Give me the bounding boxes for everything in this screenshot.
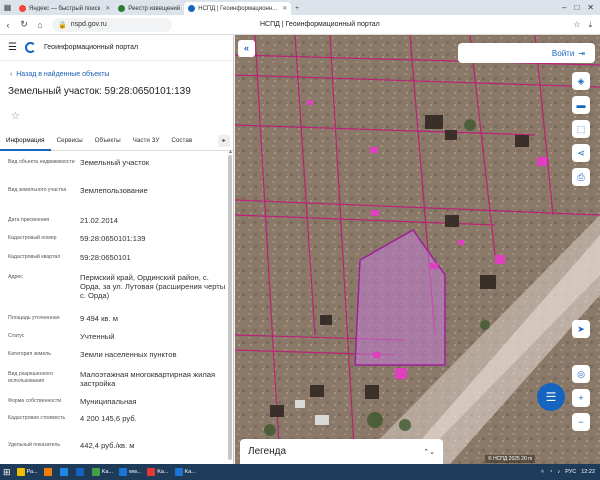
taskbar-item[interactable]: Ka... [172, 464, 199, 480]
list-item: Кадастровый квартал 59:28:0650101 [8, 253, 131, 262]
clock[interactable]: 12:22 [581, 469, 595, 475]
object-title: Земельный участок: 59:28:0650101:139 [8, 86, 191, 97]
list-item: Вид объекта недвижимости Земельный участо… [8, 158, 150, 167]
compass-icon[interactable]: ◎ [572, 365, 590, 383]
reload-icon[interactable]: ↻ [16, 19, 32, 30]
taskbar-item[interactable] [57, 464, 73, 480]
chevron-up-icon[interactable]: ˄ [541, 469, 544, 475]
tab-yandex[interactable]: Яндекс — быстрый поиск ✕ [15, 2, 114, 15]
favorite-star-icon[interactable]: ☆ [11, 111, 25, 125]
maximize-icon[interactable]: □ [574, 3, 579, 12]
tab-registry[interactable]: Реестр извещений [114, 2, 184, 15]
start-icon[interactable]: ⊞ [0, 464, 14, 480]
list-item: Дата присвоения 21.02.2014 [8, 216, 119, 225]
browser-toolbar-right: ☆ ⤓ [573, 20, 600, 30]
ruler-icon[interactable]: ▬ [572, 96, 590, 114]
browser-tab-bar: ▦ Яндекс — быстрый поиск ✕ Реестр извеще… [0, 0, 600, 15]
list-item: Адрес Пермский край, Ординский район, с. … [8, 273, 226, 300]
app-name: Геоинформационный портал [43, 44, 139, 51]
taskbar-item[interactable]: Ka... [144, 464, 171, 480]
login-icon: ⇥ [578, 48, 585, 58]
tab-objects[interactable]: Объекты [89, 131, 127, 151]
locate-icon[interactable]: ➤ [572, 320, 590, 338]
close-tab-icon[interactable]: ✕ [105, 5, 110, 12]
legend-toggle-icon[interactable]: ⌃⌄ [423, 448, 435, 456]
object-tabs: Информация Сервисы Объекты Части ЗУ Сост… [0, 131, 233, 151]
list-item: Статус Учтенный [8, 332, 115, 341]
taskbar-item[interactable] [41, 464, 57, 480]
bookmark-icon[interactable]: ☆ [573, 20, 580, 30]
tab-label: Реестр извещений [128, 5, 181, 12]
new-tab-button[interactable]: + [291, 2, 303, 15]
taskbar-item[interactable]: Ka... [89, 464, 116, 480]
print-icon[interactable]: ⎙ [572, 168, 590, 186]
zoom-in-icon[interactable]: + [572, 389, 590, 407]
url-field[interactable]: 🔒 nspd.gov.ru [52, 17, 172, 32]
panel-scrollbar[interactable] [228, 155, 232, 460]
network-icon[interactable]: ◔ [549, 469, 552, 475]
registry-favicon-icon [118, 5, 126, 12]
language-indicator[interactable]: РУС [565, 469, 576, 475]
chat-button[interactable]: ☰ [537, 383, 565, 411]
system-tray: ˄ ◔ ♪ РУС 12:22 [541, 469, 600, 475]
attributes-list: Вид объекта недвижимости Земельный участо… [0, 158, 226, 455]
list-item: Вид разрешенного использования Малоэтажна… [8, 370, 216, 388]
tab-services[interactable]: Сервисы [51, 131, 89, 151]
tab-label: НСПД | Геоинформационн... [198, 5, 278, 12]
address-bar: ‹ ↻ ⌂ 🔒 nspd.gov.ru НСПД | Геоинформацио… [0, 15, 600, 35]
back-arrow-icon[interactable]: ‹ [0, 20, 16, 30]
tab-parcel-parts[interactable]: Части ЗУ [127, 131, 166, 151]
list-item: Удельный показатель 442,4 руб./кв. м [8, 441, 135, 450]
tab-label: Яндекс — быстрый поиск [29, 5, 101, 12]
map-view[interactable]: « Войти ⇥ ◈ ▬ ⬚ ⋖ ⎙ ➤ ◎ + − ☰ Легенда ⌃⌄… [235, 35, 600, 464]
yandex-favicon-icon [19, 5, 26, 12]
minimize-icon[interactable]: – [562, 3, 566, 12]
scale-bar: © НСПД 2025 20 m [485, 455, 536, 463]
download-icon[interactable]: ⤓ [588, 20, 592, 30]
portal-logo-icon [24, 42, 36, 53]
login-button[interactable]: Войти ⇥ [458, 43, 595, 63]
zoom-out-icon[interactable]: − [572, 413, 590, 431]
close-tab-icon[interactable]: ✕ [282, 5, 287, 12]
os-taskbar: ⊞ Ра... Ka... ww... Ka... Ka... ˄ ◔ ♪ РУ… [0, 464, 600, 480]
tab-composition[interactable]: Состав [165, 131, 198, 151]
panel-header: ☰ Геоинформационный портал [0, 35, 233, 61]
list-item: Кадастровая стоимость 4 200 145,6 руб. [8, 414, 137, 423]
home-icon[interactable]: ⌂ [32, 20, 48, 30]
list-item: Площадь уточненная 9 494 кв. м [8, 314, 118, 323]
volume-icon[interactable]: ♪ [557, 469, 560, 475]
close-window-icon[interactable]: ✕ [587, 3, 594, 12]
map-toolbar: ◈ ▬ ⬚ ⋖ ⎙ [572, 72, 594, 192]
login-label: Войти [551, 48, 575, 58]
menu-icon[interactable]: ☰ [8, 42, 17, 53]
url-text: nspd.gov.ru [70, 21, 107, 28]
layers-icon[interactable]: ◈ [572, 72, 590, 90]
browser-menu-icon[interactable]: ▦ [0, 0, 15, 15]
taskbar-item[interactable]: Ра... [14, 464, 41, 480]
collapse-panel-button[interactable]: « [238, 40, 255, 57]
list-item: Кадастровый номер 59:28:0650101:139 [8, 234, 146, 243]
back-to-results-link[interactable]: ‹ Назад в найденные объекты [10, 71, 233, 78]
taskbar-item[interactable] [73, 464, 89, 480]
page-title: НСПД | Геоинформационный портал [260, 21, 380, 28]
list-item: Вид земельного участка Землепользование [8, 186, 148, 195]
info-panel: ☰ Геоинформационный портал ‹ Назад в най… [0, 35, 234, 464]
tab-information[interactable]: Информация [0, 131, 51, 151]
share-icon[interactable]: ⋖ [572, 144, 590, 162]
map-nav-tools: ➤ ◎ + − [572, 320, 594, 437]
legend-panel[interactable]: Легенда ⌃⌄ [240, 439, 443, 464]
tabs-scroll-right-icon[interactable]: ▸ [218, 134, 230, 147]
lock-icon: 🔒 [58, 21, 67, 29]
list-item: Категория земель Земли населенных пунктов [8, 350, 177, 359]
list-item: Форма собственности Муниципальная [8, 397, 137, 406]
window-controls: – □ ✕ [562, 3, 600, 12]
select-icon[interactable]: ⬚ [572, 120, 590, 138]
legend-label: Легенда [248, 446, 287, 457]
taskbar-item[interactable]: ww... [116, 464, 144, 480]
nspd-favicon-icon [188, 5, 196, 12]
tab-nspd[interactable]: НСПД | Геоинформационн... ✕ [184, 2, 292, 15]
